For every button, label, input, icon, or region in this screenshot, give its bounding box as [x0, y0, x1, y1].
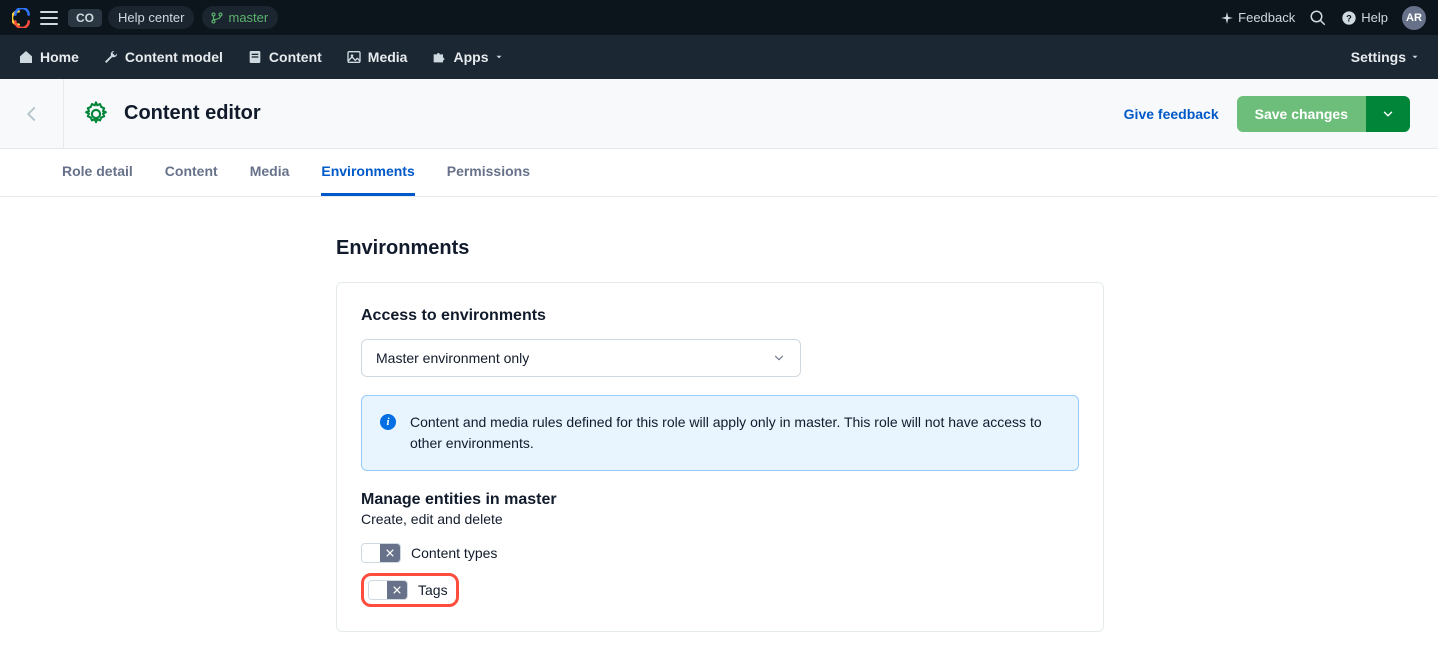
nav-label: Media — [368, 49, 408, 65]
save-button-group: Save changes — [1237, 96, 1410, 132]
nav-media[interactable]: Media — [346, 49, 408, 65]
image-icon — [346, 49, 362, 65]
give-feedback-link[interactable]: Give feedback — [1124, 106, 1219, 122]
nav-home[interactable]: Home — [18, 49, 79, 65]
feedback-label: Feedback — [1238, 10, 1295, 25]
svg-text:?: ? — [1346, 13, 1352, 23]
info-text: Content and media rules defined for this… — [410, 412, 1060, 454]
help-link[interactable]: ? Help — [1341, 10, 1388, 26]
branch-name: master — [228, 10, 268, 25]
nav-label: Apps — [453, 49, 488, 65]
logo-icon — [12, 8, 32, 28]
sparkle-icon — [1220, 11, 1234, 25]
toggle-row-content-types: Content types — [361, 543, 1079, 563]
help-icon: ? — [1341, 10, 1357, 26]
chevron-left-icon — [23, 105, 41, 123]
branch-icon — [210, 11, 224, 25]
nav-apps[interactable]: Apps — [431, 49, 504, 65]
info-box: i Content and media rules defined for th… — [361, 395, 1079, 471]
content-area: Environments Access to environments Mast… — [336, 237, 1104, 632]
highlight-tags-row: Tags — [361, 573, 459, 607]
nav-bar: Home Content model Content Media Apps Se… — [0, 35, 1438, 79]
caret-down-icon — [494, 52, 504, 62]
info-icon: i — [380, 414, 396, 430]
tabs: Role detail Content Media Environments P… — [0, 149, 1438, 197]
avatar[interactable]: AR — [1402, 6, 1426, 30]
gear-icon — [82, 100, 110, 128]
toggle-label: Content types — [411, 545, 497, 561]
settings-label: Settings — [1351, 49, 1406, 65]
nav-settings[interactable]: Settings — [1351, 49, 1420, 65]
access-label: Access to environments — [361, 307, 1079, 325]
back-button[interactable] — [0, 79, 64, 148]
tab-permissions[interactable]: Permissions — [447, 149, 530, 196]
section-title: Environments — [336, 237, 1104, 260]
document-icon — [247, 49, 263, 65]
tags-toggle[interactable] — [368, 580, 408, 600]
tab-content[interactable]: Content — [165, 149, 218, 196]
branch-badge[interactable]: master — [202, 6, 278, 29]
menu-icon[interactable] — [40, 11, 58, 25]
home-icon — [18, 49, 34, 65]
page-title: Content editor — [124, 102, 261, 125]
feedback-link[interactable]: Feedback — [1220, 10, 1295, 25]
nav-label: Content — [269, 49, 322, 65]
search-icon[interactable] — [1309, 9, 1327, 27]
x-icon — [392, 585, 402, 595]
environment-select[interactable]: Master environment only — [361, 339, 801, 377]
toggle-label: Tags — [418, 582, 448, 598]
tab-role-detail[interactable]: Role detail — [62, 149, 133, 196]
wrench-icon — [103, 49, 119, 65]
environments-panel: Access to environments Master environmen… — [336, 282, 1104, 632]
chevron-down-icon — [1381, 107, 1395, 121]
nav-label: Content model — [125, 49, 223, 65]
nav-label: Home — [40, 49, 79, 65]
sub-header: Content editor Give feedback Save change… — [0, 79, 1438, 149]
content-types-toggle[interactable] — [361, 543, 401, 563]
save-button[interactable]: Save changes — [1237, 96, 1366, 132]
help-label: Help — [1361, 10, 1388, 25]
chevron-down-icon — [772, 351, 786, 365]
nav-content[interactable]: Content — [247, 49, 322, 65]
x-icon — [385, 548, 395, 558]
tab-media[interactable]: Media — [250, 149, 290, 196]
save-dropdown-button[interactable] — [1366, 96, 1410, 132]
select-value: Master environment only — [376, 350, 529, 366]
manage-label: Manage entities in master — [361, 491, 1079, 509]
tab-environments[interactable]: Environments — [321, 149, 414, 196]
manage-desc: Create, edit and delete — [361, 511, 1079, 527]
space-name[interactable]: Help center — [108, 6, 194, 29]
puzzle-icon — [431, 49, 447, 65]
nav-content-model[interactable]: Content model — [103, 49, 223, 65]
top-bar: CO Help center master Feedback ? Help AR — [0, 0, 1438, 35]
space-badge: CO — [68, 9, 102, 27]
caret-down-icon — [1410, 52, 1420, 62]
